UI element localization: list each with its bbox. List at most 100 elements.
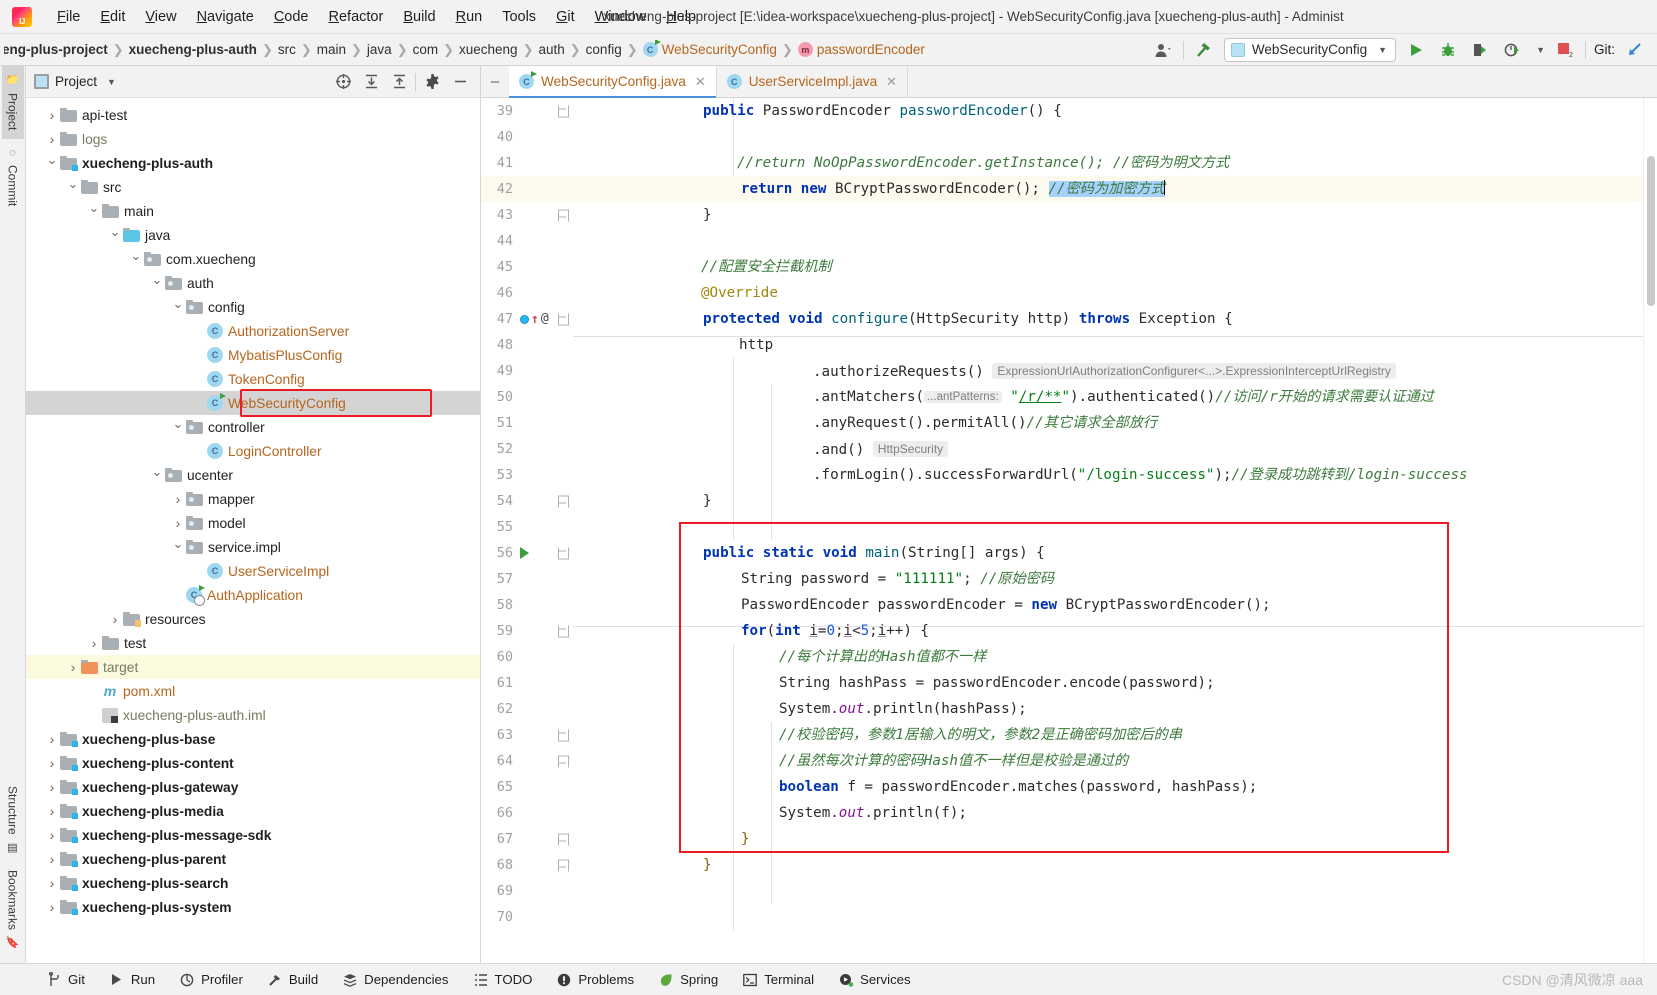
tree-item-xuecheng-plus-content[interactable]: xuecheng-plus-content: [26, 751, 480, 775]
chevron-right-icon[interactable]: [44, 851, 60, 867]
status-problems[interactable]: Problems: [544, 968, 646, 992]
menu-edit[interactable]: Edit: [91, 6, 134, 28]
menu-file[interactable]: File: [48, 6, 89, 28]
tree-item-xuecheng-plus-auth[interactable]: xuecheng-plus-auth: [26, 151, 480, 175]
code-line-61[interactable]: String hashPass = passwordEncoder.encode…: [573, 670, 1643, 696]
gutter-line-48[interactable]: 48: [481, 332, 573, 358]
gear-icon[interactable]: [420, 70, 444, 94]
tree-item-xuecheng-plus-media[interactable]: xuecheng-plus-media: [26, 799, 480, 823]
run-button[interactable]: [1404, 38, 1428, 62]
chevron-right-icon[interactable]: [44, 827, 60, 843]
code-line-65[interactable]: boolean f = passwordEncoder.matches(pass…: [573, 774, 1643, 800]
chevron-right-icon[interactable]: [44, 107, 60, 123]
code-line-47[interactable]: protected void configure(HttpSecurity ht…: [573, 306, 1643, 332]
tree-item-mapper[interactable]: mapper: [26, 487, 480, 511]
chevron-right-icon[interactable]: [44, 803, 60, 819]
gutter-line-43[interactable]: 43: [481, 202, 573, 228]
code-line-49[interactable]: .authorizeRequests() ExpressionUrlAuthor…: [573, 358, 1643, 384]
tree-item-controller[interactable]: controller: [26, 415, 480, 439]
tree-item-com-xuecheng[interactable]: com.xuecheng: [26, 247, 480, 271]
gutter-line-70[interactable]: 70: [481, 904, 573, 930]
status-terminal[interactable]: Terminal: [730, 968, 826, 992]
tree-item-resources[interactable]: resources: [26, 607, 480, 631]
gutter-line-39[interactable]: 39: [481, 98, 573, 124]
gutter-line-41[interactable]: 41: [481, 150, 573, 176]
tree-item-xuecheng-plus-parent[interactable]: xuecheng-plus-parent: [26, 847, 480, 871]
code-line-54[interactable]: }: [573, 488, 1643, 514]
fold-collapse-icon[interactable]: [558, 105, 569, 118]
debug-button[interactable]: [1436, 38, 1460, 62]
tree-item-test[interactable]: test: [26, 631, 480, 655]
tree-item-logincontroller[interactable]: C LoginController: [26, 439, 480, 463]
breadcrumb-xuecheng[interactable]: xuecheng: [455, 40, 522, 59]
tree-item-xuecheng-plus-message-sdk[interactable]: xuecheng-plus-message-sdk: [26, 823, 480, 847]
project-tree[interactable]: api-test logs xuecheng-plus-auth srcmain jav…: [26, 98, 480, 963]
code-line-52[interactable]: .and() HttpSecurity: [573, 436, 1643, 462]
status-services[interactable]: Services: [826, 968, 923, 992]
expand-all-icon[interactable]: [359, 70, 383, 94]
editor-gutter[interactable]: 39 40 41 42 43 44 45 46 47 ↑ @48 49 50 51 52 53 54 55 56 57…: [481, 98, 573, 963]
close-icon[interactable]: ✕: [695, 74, 706, 90]
chevron-down-icon[interactable]: [170, 539, 186, 555]
tree-item-tokenconfig[interactable]: C TokenConfig: [26, 367, 480, 391]
chevron-down-icon[interactable]: [44, 155, 60, 171]
breadcrumb-src[interactable]: src: [274, 40, 300, 59]
code-line-59[interactable]: for(int i=0;i<5;i++) {: [573, 618, 1643, 644]
run-with-coverage-button[interactable]: [1468, 38, 1492, 62]
chevron-right-icon[interactable]: [65, 659, 81, 675]
sidebar-tab-bookmarks[interactable]: Bookmarks 🔖: [2, 862, 24, 957]
menu-view[interactable]: View: [136, 6, 185, 28]
tab-websecurityconfig[interactable]: C WebSecurityConfig.java ✕: [509, 66, 717, 98]
code-line-62[interactable]: System.out.println(hashPass);: [573, 696, 1643, 722]
menu-help[interactable]: Help: [657, 6, 705, 28]
chevron-right-icon[interactable]: [44, 131, 60, 147]
code-line-55[interactable]: [573, 514, 1643, 540]
chevron-down-icon[interactable]: [149, 275, 165, 291]
tree-item-main[interactable]: main: [26, 199, 480, 223]
run-method-icon[interactable]: [520, 547, 529, 559]
chevron-right-icon[interactable]: [44, 875, 60, 891]
tree-item-pom-xml[interactable]: m pom.xml: [26, 679, 480, 703]
code-line-53[interactable]: .formLogin().successForwardUrl("/login-s…: [573, 462, 1643, 488]
code-line-70[interactable]: [573, 904, 1643, 930]
breadcrumb-method[interactable]: m passwordEncoder: [794, 40, 929, 59]
gutter-line-42[interactable]: 42: [481, 176, 573, 202]
tab-userserviceimpl[interactable]: C UserServiceImpl.java ✕: [717, 66, 909, 97]
breadcrumb-config[interactable]: config: [582, 40, 626, 59]
hide-panel-icon[interactable]: [448, 70, 472, 94]
git-update-project-icon[interactable]: [1623, 38, 1647, 62]
sidebar-tab-structure[interactable]: Structure ▤: [2, 778, 24, 862]
gutter-line-46[interactable]: 46: [481, 280, 573, 306]
gutter-line-52[interactable]: 52: [481, 436, 573, 462]
tree-item-websecurityconfig[interactable]: C WebSecurityConfig: [26, 391, 480, 415]
chevron-down-icon[interactable]: [170, 419, 186, 435]
tree-item-logs[interactable]: logs: [26, 127, 480, 151]
gutter-line-69[interactable]: 69: [481, 878, 573, 904]
fold-collapse-icon[interactable]: [558, 495, 569, 508]
editor-marker-bar[interactable]: [1643, 98, 1657, 963]
fold-collapse-icon[interactable]: [558, 209, 569, 222]
breadcrumb-module[interactable]: xuecheng-plus-auth: [125, 40, 261, 59]
hide-tabs-icon[interactable]: –: [481, 66, 509, 97]
tree-item-config[interactable]: config: [26, 295, 480, 319]
code-line-44[interactable]: [573, 228, 1643, 254]
gutter-line-64[interactable]: 64: [481, 748, 573, 774]
code-line-56[interactable]: public static void main(String[] args) {: [573, 540, 1643, 566]
gutter-line-61[interactable]: 61: [481, 670, 573, 696]
breadcrumb-main[interactable]: main: [313, 40, 350, 59]
tree-item-java[interactable]: java: [26, 223, 480, 247]
chevron-right-icon[interactable]: [44, 899, 60, 915]
gutter-line-53[interactable]: 53: [481, 462, 573, 488]
run-configuration-selector[interactable]: WebSecurityConfig ▼: [1223, 37, 1397, 62]
chevron-down-icon[interactable]: [107, 227, 123, 243]
code-line-42[interactable]: return new BCryptPasswordEncoder(); //密码…: [573, 176, 1643, 202]
code-lines[interactable]: public PasswordEncoder passwordEncoder()…: [573, 98, 1643, 963]
stop-button[interactable]: 2: [1553, 38, 1577, 62]
overriding-method-arrow-icon[interactable]: ↑: [531, 313, 539, 326]
gutter-line-60[interactable]: 60: [481, 644, 573, 670]
chevron-down-icon[interactable]: [86, 203, 102, 219]
code-line-60[interactable]: //每个计算出的Hash值都不一样: [573, 644, 1643, 670]
fold-collapse-icon[interactable]: [558, 755, 569, 768]
gutter-line-62[interactable]: 62: [481, 696, 573, 722]
gutter-line-54[interactable]: 54: [481, 488, 573, 514]
